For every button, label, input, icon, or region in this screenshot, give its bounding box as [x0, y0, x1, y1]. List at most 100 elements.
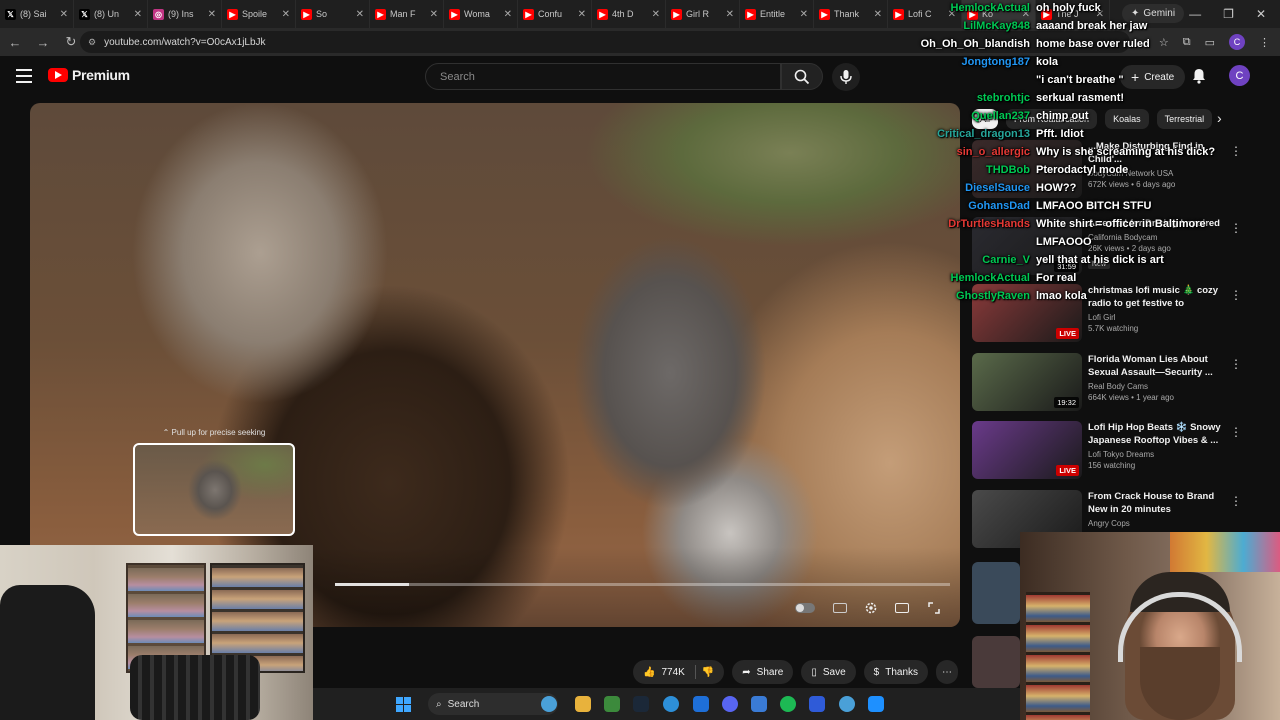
- close-tab-icon[interactable]: ✕: [800, 9, 808, 20]
- progress-bar[interactable]: [335, 583, 950, 586]
- video-title[interactable]: Lofi Hip Hop Beats ❄️ Snowy Japanese Roo…: [1088, 421, 1228, 447]
- browser-tab[interactable]: ▶ Woma ✕: [444, 0, 518, 28]
- browser-tab[interactable]: ▶ Girl R ✕: [666, 0, 740, 28]
- close-tab-icon[interactable]: ✕: [134, 9, 142, 20]
- spotify-icon[interactable]: [780, 696, 796, 712]
- chevron-right-icon[interactable]: ›: [1217, 110, 1222, 126]
- sidebar-icon[interactable]: ▭: [1205, 36, 1215, 49]
- app-icon[interactable]: [868, 696, 884, 712]
- save-button[interactable]: ▯ Save: [801, 660, 856, 684]
- site-info-icon[interactable]: ⚙: [88, 37, 96, 48]
- more-options-icon[interactable]: ⋮: [1230, 425, 1242, 439]
- recommended-video[interactable]: 19:32 Florida Woman Lies About Sexual Ass…: [972, 353, 1272, 413]
- more-options-icon[interactable]: ⋮: [1230, 357, 1242, 371]
- browser-tab[interactable]: 𝕏 (8) Sai ✕: [0, 0, 74, 28]
- more-options-icon[interactable]: ⋮: [1230, 288, 1242, 302]
- close-tab-icon[interactable]: ✕: [208, 9, 216, 20]
- share-button[interactable]: ➦ Share: [732, 660, 794, 684]
- profile-avatar[interactable]: C: [1229, 34, 1245, 50]
- browser-tab[interactable]: ▶ Entitle ✕: [740, 0, 814, 28]
- chat-text: Pterodactyl mode: [1036, 164, 1129, 176]
- extensions-icon[interactable]: ⧉: [1183, 36, 1191, 49]
- partial-thumbnail[interactable]: [972, 562, 1020, 624]
- browser-tab[interactable]: ▶ Confu ✕: [518, 0, 592, 28]
- voice-search-button[interactable]: [832, 63, 860, 91]
- browser-tab[interactable]: ▶ Thank ✕: [814, 0, 888, 28]
- chrome-icon[interactable]: [663, 696, 679, 712]
- close-tab-icon[interactable]: ✕: [60, 9, 68, 20]
- video-meta: Lofi Hip Hop Beats ❄️ Snowy Japanese Roo…: [1088, 421, 1228, 470]
- browser-tab[interactable]: ◎ (9) Ins ✕: [148, 0, 222, 28]
- more-options-icon[interactable]: ⋮: [1230, 144, 1242, 158]
- notifications-button[interactable]: [1192, 68, 1206, 89]
- steam-icon[interactable]: [633, 696, 649, 712]
- search-input[interactable]: Search: [425, 63, 781, 90]
- browser-tab[interactable]: ▶ So ✕: [296, 0, 370, 28]
- close-tab-icon[interactable]: ✕: [578, 9, 586, 20]
- settings-gear-icon[interactable]: [861, 599, 881, 617]
- video-title[interactable]: From Crack House to Brand New in 20 minu…: [1088, 490, 1228, 516]
- browser-tab[interactable]: 𝕏 (8) Un ✕: [74, 0, 148, 28]
- autoplay-toggle[interactable]: [795, 599, 815, 617]
- close-tab-icon[interactable]: ✕: [282, 9, 290, 20]
- browser-icon[interactable]: [839, 696, 855, 712]
- chat-username: Quellan237: [971, 110, 1030, 122]
- chat-username: DrTurtlesHands: [948, 218, 1030, 230]
- taskbar-search[interactable]: ⌕ Search: [428, 693, 558, 715]
- browser-tab[interactable]: ▶ Man F ✕: [370, 0, 444, 28]
- close-tab-icon[interactable]: ✕: [874, 9, 882, 20]
- battlenet-icon[interactable]: [693, 696, 709, 712]
- discord-icon[interactable]: [722, 696, 738, 712]
- tab-label: So: [316, 9, 328, 19]
- forward-icon[interactable]: →: [36, 35, 50, 50]
- chat-username: HemlockActual: [950, 2, 1030, 14]
- close-tab-icon[interactable]: ✕: [356, 9, 364, 20]
- edge-icon[interactable]: [751, 696, 767, 712]
- theater-mode-icon[interactable]: [892, 599, 912, 617]
- bookmark-icon: ▯: [811, 666, 817, 678]
- close-tab-icon[interactable]: ✕: [726, 9, 734, 20]
- close-tab-icon[interactable]: ✕: [504, 9, 512, 20]
- partial-thumbnail[interactable]: [972, 636, 1020, 688]
- menu-icon[interactable]: [16, 69, 32, 83]
- like-button[interactable]: 👍 774K 👎: [633, 660, 725, 684]
- chat-message: THDBob Pterodactyl mode: [920, 162, 1128, 178]
- channel-name[interactable]: Lofi Girl: [1088, 313, 1228, 322]
- video-actions: 👍 774K 👎 ➦ Share ▯ Save $ Thanks ⋯: [633, 660, 959, 684]
- channel-name[interactable]: Real Body Cams: [1088, 382, 1228, 391]
- subtitles-icon[interactable]: [830, 599, 850, 617]
- video-thumbnail[interactable]: LIVE: [972, 421, 1082, 479]
- channel-name[interactable]: Angry Cops: [1088, 519, 1228, 528]
- windows-start-icon[interactable]: [396, 697, 411, 712]
- account-avatar[interactable]: C: [1229, 65, 1250, 86]
- thumbs-down-icon[interactable]: 👎: [702, 667, 714, 678]
- close-tab-icon[interactable]: ✕: [652, 9, 660, 20]
- back-icon[interactable]: ←: [8, 35, 22, 50]
- more-options-icon[interactable]: ⋮: [1230, 221, 1242, 235]
- file-explorer-icon[interactable]: [575, 696, 591, 712]
- url-text: youtube.com/watch?v=O0cAx1jLbJk: [104, 36, 266, 48]
- close-window-icon[interactable]: ✕: [1256, 7, 1266, 21]
- channel-name[interactable]: Lofi Tokyo Dreams: [1088, 450, 1228, 459]
- video-thumbnail[interactable]: 19:32: [972, 353, 1082, 411]
- youtube-play-icon: [48, 68, 68, 82]
- thanks-button[interactable]: $ Thanks: [863, 660, 929, 684]
- close-tab-icon[interactable]: ✕: [430, 9, 438, 20]
- widget-icon[interactable]: [541, 696, 557, 712]
- fullscreen-icon[interactable]: [924, 599, 944, 617]
- youtube-logo[interactable]: Premium: [48, 67, 130, 83]
- tab-label: Woma: [464, 9, 490, 19]
- more-options-icon[interactable]: ⋮: [1230, 494, 1242, 508]
- browser-menu-icon[interactable]: ⋮: [1259, 36, 1270, 49]
- minimize-icon[interactable]: —: [1189, 7, 1201, 21]
- reload-icon[interactable]: ↻: [64, 34, 78, 50]
- search-button[interactable]: [781, 63, 823, 90]
- restore-icon[interactable]: ❐: [1223, 7, 1234, 21]
- browser-tab[interactable]: ▶ 4th D ✕: [592, 0, 666, 28]
- recommended-video[interactable]: LIVE Lofi Hip Hop Beats ❄️ Snowy Japanese…: [972, 421, 1272, 481]
- browser-tab[interactable]: ▶ Spoile ✕: [222, 0, 296, 28]
- minecraft-icon[interactable]: [604, 696, 620, 712]
- more-actions-button[interactable]: ⋯: [936, 660, 959, 684]
- video-title[interactable]: Florida Woman Lies About Sexual Assault—…: [1088, 353, 1228, 379]
- obs-icon[interactable]: [809, 696, 825, 712]
